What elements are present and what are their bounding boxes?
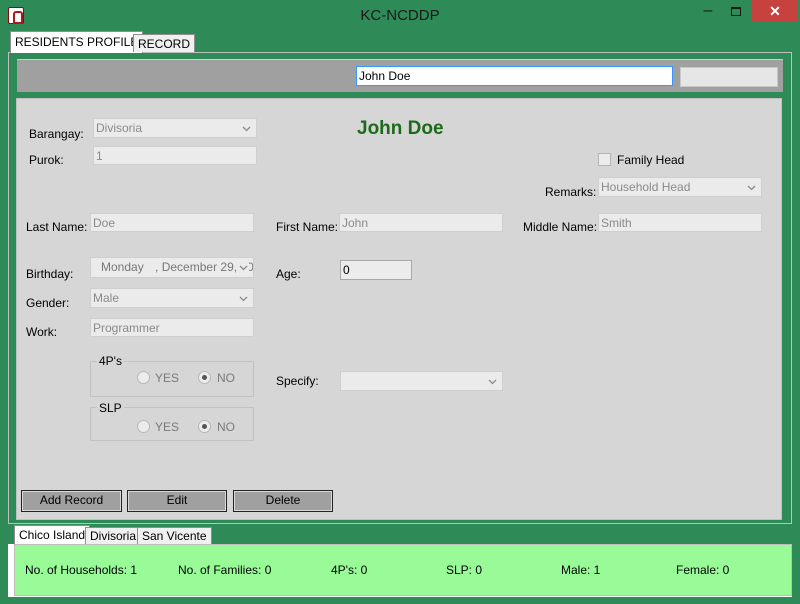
remarks-label: Remarks:: [545, 185, 597, 199]
edit-button[interactable]: Edit: [127, 490, 227, 512]
specify-select[interactable]: [340, 371, 503, 391]
last-name-field[interactable]: Doe: [90, 213, 254, 232]
age-label: Age:: [276, 267, 301, 281]
work-field[interactable]: Programmer: [90, 318, 254, 337]
tab-divisoria[interactable]: Divisoria: [85, 527, 142, 544]
maximize-icon: [731, 7, 741, 17]
gender-label: Gender:: [26, 296, 70, 310]
fourps-yes-radio[interactable]: [137, 371, 150, 384]
stat-female: Female: 0: [676, 563, 730, 577]
birthday-label: Birthday:: [26, 267, 74, 281]
slp-no-radio[interactable]: [198, 420, 211, 433]
fourps-yes-label: YES: [155, 371, 180, 385]
close-button[interactable]: ✕: [752, 0, 798, 21]
age-field[interactable]: 0: [340, 260, 412, 280]
chevron-down-icon: [241, 123, 252, 134]
barangay-select[interactable]: Divisoria: [93, 118, 257, 138]
middle-name-label: Middle Name:: [523, 220, 598, 234]
first-name-label: First Name:: [276, 220, 339, 234]
search-button[interactable]: [680, 67, 778, 87]
tab-chico-island[interactable]: Chico Island: [14, 525, 91, 544]
slp-no-label: NO: [217, 420, 235, 434]
chevron-down-icon: [746, 182, 757, 193]
birthday-weekday: Monday: [101, 260, 144, 274]
tab-san-vicente[interactable]: San Vicente: [137, 527, 212, 544]
chevron-down-icon: [487, 376, 498, 387]
add-record-button[interactable]: Add Record: [21, 490, 122, 512]
window-frame-right: [792, 31, 800, 604]
slp-yes-label: YES: [155, 420, 180, 434]
chevron-down-icon: [238, 262, 249, 273]
tab-record[interactable]: RECORD: [133, 34, 196, 52]
stat-households: No. of Households: 1: [25, 563, 138, 577]
search-input[interactable]: John Doe: [356, 66, 673, 86]
remarks-value: Household Head: [601, 180, 691, 194]
window-title: KC-NCDDP: [360, 7, 440, 24]
family-head-checkbox[interactable]: [598, 153, 611, 166]
slp-yes-radio[interactable]: [137, 420, 150, 433]
window-frame-bottom: [0, 597, 800, 604]
last-name-label: Last Name:: [26, 220, 88, 234]
gender-value: Male: [93, 291, 120, 305]
middle-name-field[interactable]: Smith: [598, 213, 762, 232]
purok-label: Purok:: [29, 153, 64, 167]
purok-field[interactable]: 1: [93, 146, 257, 165]
barangay-label: Barangay:: [29, 127, 84, 141]
stat-fourps: 4P's: 0: [331, 563, 368, 577]
first-name-field[interactable]: John: [339, 213, 503, 232]
stat-male: Male: 1: [561, 563, 601, 577]
gender-select[interactable]: Male: [90, 288, 254, 308]
fourps-no-radio[interactable]: [198, 371, 211, 384]
chevron-down-icon: [238, 293, 249, 304]
delete-button[interactable]: Delete: [233, 490, 333, 512]
birthday-picker[interactable]: Monday , December 29, 20: [90, 257, 254, 278]
remarks-select[interactable]: Household Head: [598, 177, 762, 197]
maximize-button[interactable]: [722, 0, 750, 22]
fourps-no-label: NO: [217, 371, 235, 385]
barangay-value: Divisoria: [96, 121, 143, 135]
stat-families: No. of Families: 0: [178, 563, 272, 577]
resident-name-heading: John Doe: [357, 118, 444, 139]
stat-slp: SLP: 0: [446, 563, 483, 577]
slp-group-title: SLP: [97, 401, 124, 415]
fourps-group-title: 4P's: [97, 354, 124, 368]
family-head-label: Family Head: [617, 153, 685, 167]
minimize-button[interactable]: –: [694, 0, 722, 22]
tab-residents-profile[interactable]: RESIDENTS PROFILE: [10, 31, 144, 53]
window-frame-left: [0, 31, 8, 604]
work-label: Work:: [26, 325, 58, 339]
specify-label: Specify:: [276, 374, 319, 388]
